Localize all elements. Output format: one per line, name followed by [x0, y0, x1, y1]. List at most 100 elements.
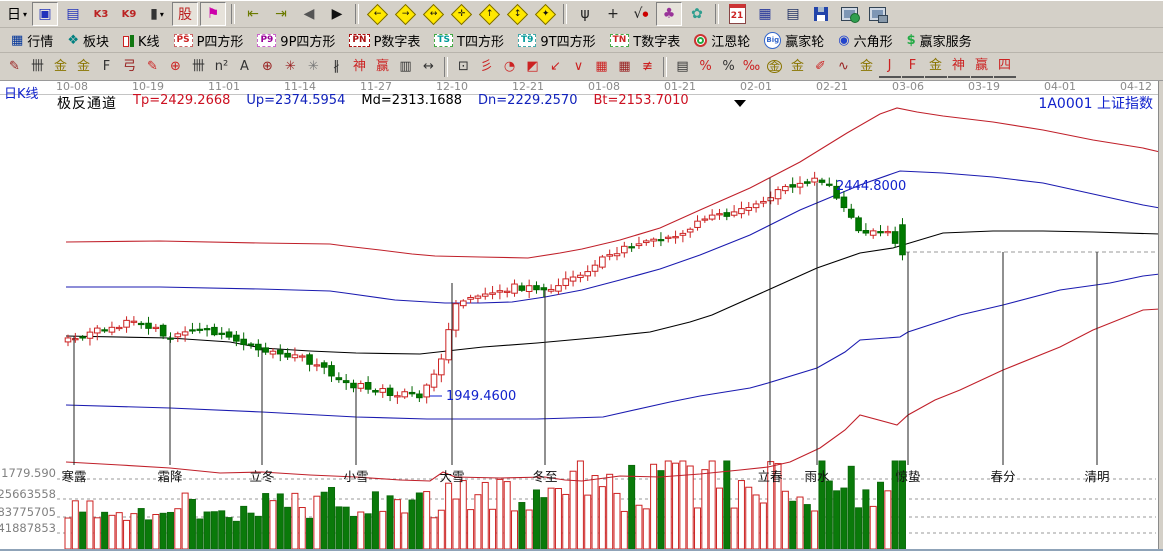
win-angle-icon: 赢	[975, 59, 988, 72]
ruler-125-tool[interactable]: ▥	[395, 56, 417, 77]
marker-brush-tool[interactable]: ✐	[810, 56, 832, 77]
date-tick-label: 02-01	[734, 80, 778, 93]
star-grid-tool[interactable]: ✳	[303, 56, 325, 77]
date-tick-label: 12-10	[430, 80, 474, 93]
nav-left-diamond-button[interactable]: ←	[364, 2, 390, 26]
win-grid-tool[interactable]: 赢	[372, 56, 394, 77]
flag-marker-button[interactable]: ⚑	[200, 2, 226, 26]
window-layout-button[interactable]: ▣	[32, 2, 58, 26]
candle-style-button[interactable]: ▮▾	[144, 2, 170, 26]
nav-all-diamond-button[interactable]: ✛	[448, 2, 474, 26]
percent-tool[interactable]: %	[718, 56, 740, 77]
wave-fit-tool[interactable]: ∿	[833, 56, 855, 77]
p9-square-button[interactable]: P99P四方形	[250, 28, 342, 52]
angle-mirror-tool[interactable]: A	[234, 56, 256, 77]
circle-cross-tool[interactable]: ⊕	[257, 56, 279, 77]
save-button[interactable]	[808, 2, 834, 26]
chart-area[interactable]: 寒露霜降立冬小雪大雪冬至立春雨水惊蛰春分清明1779.5901256635588…	[0, 79, 1163, 551]
gold-grid2-tool[interactable]: 金	[73, 56, 95, 77]
kline-9min-button[interactable]: K9	[116, 2, 142, 26]
t9-square-button[interactable]: T99T四方形	[511, 28, 603, 52]
four-angle-tool[interactable]: 四	[994, 55, 1016, 78]
tree-view-button[interactable]: ♣	[656, 2, 682, 26]
p-digit-table-button[interactable]: PNP数字表	[342, 28, 427, 52]
gold-angle-tool[interactable]: 金	[925, 55, 947, 78]
win-angle-tool[interactable]: 赢	[971, 55, 993, 78]
pin-tool-button[interactable]: √●	[628, 2, 654, 26]
last-page-button[interactable]: ⇥	[268, 2, 294, 26]
permille-tool[interactable]: ‰	[741, 56, 763, 77]
compass-pen-tool[interactable]: ✎	[4, 56, 26, 77]
gann-wheel-button[interactable]: 江恩轮	[687, 28, 757, 52]
wave-lines-tool[interactable]: ∨	[568, 56, 590, 77]
calculator-button[interactable]: ▦	[752, 2, 778, 26]
box-anchor-tool[interactable]: ⊡	[453, 56, 475, 77]
comb-grid2-tool[interactable]: 卌	[188, 56, 210, 77]
next-button[interactable]: ▶	[324, 2, 350, 26]
comb-grid-tool[interactable]: 卌	[27, 56, 49, 77]
calendar-button[interactable]: 21	[724, 2, 750, 26]
hand-tool-button[interactable]: ψ	[572, 2, 598, 26]
sectors-button[interactable]: ❖板块	[60, 28, 116, 52]
first-page-button[interactable]: ⇤	[240, 2, 266, 26]
main-toolbar: 日▾▣▤K3K9▮▾股⚑⇤⇥◀▶←→↔✛↑↕✦ψ+√●♣✿21▦▤	[0, 0, 1163, 28]
network-button[interactable]	[836, 2, 862, 26]
spiral-tool[interactable]: 弓	[119, 56, 141, 77]
nav-right-diamond-button[interactable]: →	[392, 2, 418, 26]
gold-circle-tool[interactable]: 金	[764, 56, 786, 77]
god-comb-tool[interactable]: 神	[349, 56, 371, 77]
gold-grid-tool[interactable]: 金	[50, 56, 72, 77]
nav-ud-diamond-button[interactable]: ↕	[504, 2, 530, 26]
pen-grid-tool[interactable]: ✎	[142, 56, 164, 77]
p-square-button[interactable]: PSP四方形	[167, 28, 251, 52]
grid-dark-tool[interactable]: ▦	[614, 56, 636, 77]
nav-up-diamond-button[interactable]: ↑	[476, 2, 502, 26]
volume-axis-label: 83775705	[0, 505, 56, 519]
parallel-lines-tool[interactable]: ≢	[637, 56, 659, 77]
pen-grid-icon: ✎	[147, 60, 158, 73]
price-scale-tool[interactable]: ▤	[672, 56, 694, 77]
kline-3min-button[interactable]: K3	[88, 2, 114, 26]
crosshair-tool-button[interactable]: +	[600, 2, 626, 26]
width-measure-icon: ↔	[423, 60, 434, 73]
kline-button[interactable]: K线	[116, 28, 167, 52]
grid-red-tool[interactable]: ▦	[591, 56, 613, 77]
chart-canvas[interactable]: 寒露霜降立冬小雪大雪冬至立春雨水惊蛰春分清明1779.5901256635588…	[0, 79, 1163, 551]
workstation-button[interactable]	[864, 2, 890, 26]
winner-wheel-button[interactable]: Big赢家轮	[757, 28, 831, 52]
t-square-button[interactable]: TST四方形	[427, 28, 511, 52]
zigzag-mark-tool[interactable]: ∦	[326, 56, 348, 77]
trend-arrows-tool[interactable]: ↙	[545, 56, 567, 77]
width-measure-tool[interactable]: ↔	[418, 56, 440, 77]
square-fan-tool[interactable]: ◩	[522, 56, 544, 77]
god-angle-tool[interactable]: 神	[948, 55, 970, 78]
volume-axis-label: 41887853	[0, 521, 56, 535]
starburst-tool[interactable]: ✳	[280, 56, 302, 77]
floppy-disk-icon	[814, 7, 828, 21]
n-square-tool[interactable]: n²	[211, 56, 233, 77]
hexagon-button[interactable]: ◉六角形	[831, 28, 899, 52]
speed-fan-tool[interactable]: 彡	[476, 56, 498, 77]
f10-info-button[interactable]: ▤	[60, 2, 86, 26]
nav-center-diamond-button[interactable]: ✦	[532, 2, 558, 26]
winner-service-button[interactable]: $赢家服务	[900, 28, 979, 52]
circle-fan-tool[interactable]: ◔	[499, 56, 521, 77]
compass-circle-tool[interactable]: ⊕	[165, 56, 187, 77]
t9-square-icon: T9	[518, 34, 536, 47]
stock-select-button[interactable]: 股	[172, 2, 198, 26]
nav-left-diamond-icon: ←	[366, 3, 387, 24]
prev-button[interactable]: ◀	[296, 2, 322, 26]
gold-lines-tool[interactable]: 金	[787, 56, 809, 77]
t-digit-table-button[interactable]: TNT数字表	[603, 28, 688, 52]
smart-analysis-button[interactable]: ✿	[684, 2, 710, 26]
period-day-button[interactable]: 日▾	[4, 2, 30, 26]
quotes-button[interactable]: ▦行情	[4, 28, 60, 52]
j-angle-tool[interactable]: J	[879, 55, 901, 78]
notepad-button[interactable]: ▤	[780, 2, 806, 26]
gold-base-tool[interactable]: 金	[856, 56, 878, 77]
nav-lr-diamond-button[interactable]: ↔	[420, 2, 446, 26]
fibonacci-grid-tool[interactable]: F	[96, 56, 118, 77]
f-angle-tool[interactable]: F	[902, 55, 924, 78]
percent-slash-tool[interactable]: %	[695, 56, 717, 77]
toolbar-separator	[563, 4, 567, 24]
